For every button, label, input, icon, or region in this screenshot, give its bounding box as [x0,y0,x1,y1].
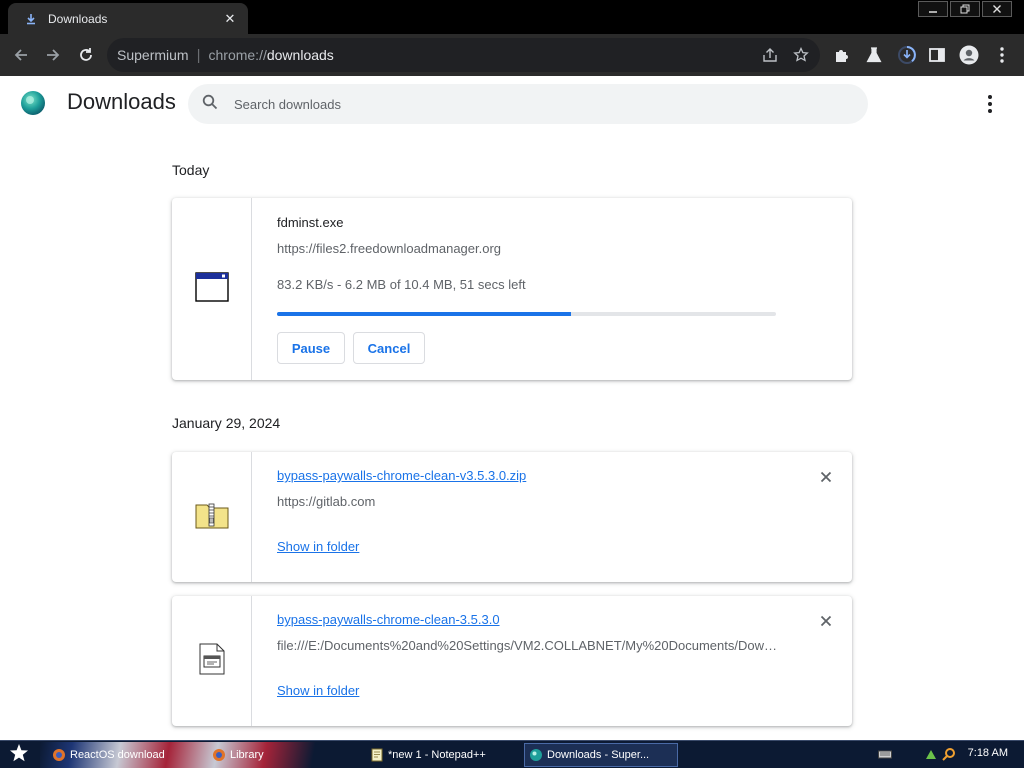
reload-icon[interactable] [74,43,98,67]
zip-folder-icon [195,501,229,534]
download-card-active: fdminst.exe https://files2.freedownloadm… [172,198,852,380]
taskbar-item-label: Library [230,749,264,761]
section-date: January 29, 2024 [172,415,281,431]
forward-arrow-icon[interactable] [41,43,65,67]
download-file-link[interactable]: bypass-paywalls-chrome-clean-v3.5.3.0.zi… [277,468,526,483]
taskbar-item-label: Downloads - Super... [547,749,650,761]
start-star-icon [9,743,29,768]
address-separator: | [196,46,201,64]
side-panel-icon[interactable] [927,45,947,65]
firefox-icon [212,748,226,762]
executable-file-icon [194,271,229,307]
supermium-icon [529,748,543,762]
profile-avatar-icon[interactable] [959,45,979,65]
taskbar: ReactOS download Library *new 1 - Notepa… [0,740,1024,768]
title-bar: Downloads ✕ [0,0,1024,34]
tab-downloads[interactable]: Downloads ✕ [8,3,248,34]
window-controls [916,1,1012,17]
taskbar-item-downloads-supermium[interactable]: Downloads - Super... [524,743,678,767]
taskbar-item-label: ReactOS download [70,749,165,761]
labs-flask-icon[interactable] [864,45,884,65]
browser-toolbar: Supermium | chrome:// downloads [0,34,1024,76]
address-bar[interactable]: Supermium | chrome:// downloads [107,38,820,72]
remove-from-list-icon[interactable] [818,469,834,485]
download-status: 83.2 KB/s - 6.2 MB of 10.4 MB, 51 secs l… [277,277,526,292]
cancel-button[interactable]: Cancel [353,332,425,364]
search-placeholder: Search downloads [234,96,341,112]
share-icon[interactable] [761,46,779,64]
address-path: downloads [266,47,334,63]
taskbar-item-label: *new 1 - Notepad++ [388,749,486,761]
download-card: bypass-paywalls-chrome-clean-v3.5.3.0.zi… [172,452,852,582]
site-name: Supermium [117,47,189,63]
download-progress-fill [277,312,572,316]
file-icon-column [172,198,252,380]
tab-close-icon[interactable]: ✕ [222,11,238,27]
taskbar-item-reactos-download[interactable]: ReactOS download [48,743,198,767]
search-downloads-input[interactable]: Search downloads [188,84,868,124]
page-title: Downloads [67,89,176,114]
taskbar-item-notepad[interactable]: *new 1 - Notepad++ [366,743,516,767]
bookmark-star-icon[interactable] [792,46,810,64]
taskbar-clock: 7:18 AM [967,747,1008,759]
download-source-url: file:///E:/Documents%20and%20Settings/VM… [277,638,777,653]
extension-file-icon [198,643,226,680]
download-icon [24,12,38,26]
file-icon-column [172,596,252,726]
section-today: Today [172,162,210,178]
start-menu-button[interactable] [4,743,34,767]
tab-title: Downloads [48,11,108,26]
pause-button[interactable]: Pause [277,332,345,364]
remove-from-list-icon[interactable] [818,613,834,629]
restore-icon[interactable] [950,1,980,17]
address-scheme: chrome:// [208,47,267,63]
download-progress-bar [277,312,776,316]
browser-menu-icon[interactable] [992,45,1012,65]
keyboard-icon[interactable] [878,747,892,761]
show-in-folder-link[interactable]: Show in folder [277,683,359,698]
search-icon [202,94,218,115]
download-source-url: https://files2.freedownloadmanager.org [277,241,502,256]
close-window-icon[interactable] [982,1,1012,17]
network-icon[interactable] [924,747,938,761]
taskbar-item-library[interactable]: Library [208,743,358,767]
minimize-icon[interactable] [918,1,948,17]
more-actions-icon[interactable] [978,92,1002,116]
notepad-icon [370,748,384,762]
show-in-folder-link[interactable]: Show in folder [277,539,359,554]
back-arrow-icon[interactable] [9,43,33,67]
download-source-url: https://gitlab.com [277,494,376,509]
supermium-logo-icon [19,89,47,117]
download-file-name: fdminst.exe [277,215,344,230]
firefox-icon [52,748,66,762]
download-card: bypass-paywalls-chrome-clean-3.5.3.0 fil… [172,596,852,726]
extensions-puzzle-icon[interactable] [832,45,852,65]
download-progress-icon[interactable] [897,45,917,65]
search-magnifier-tray-icon[interactable] [942,747,956,761]
file-icon-column [172,452,252,582]
download-file-link[interactable]: bypass-paywalls-chrome-clean-3.5.3.0 [277,612,500,627]
